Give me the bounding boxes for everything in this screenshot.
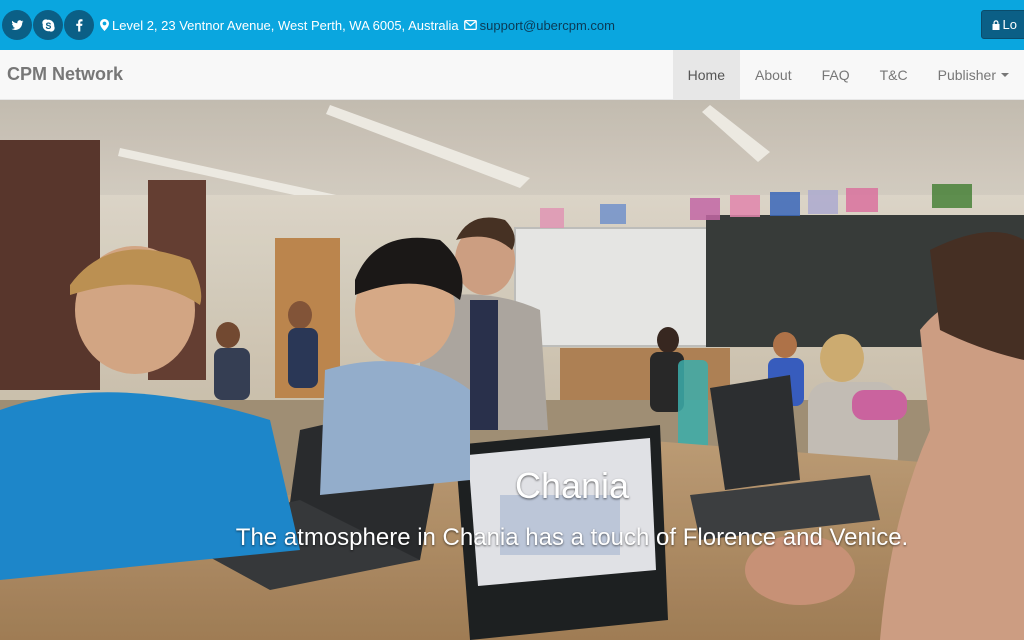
- map-marker-icon: [100, 19, 109, 31]
- contact-info: Level 2, 23 Ventnor Avenue, West Perth, …: [100, 18, 615, 33]
- carousel-slide[interactable]: Chania The atmosphere in Chania has a to…: [0, 100, 1024, 640]
- envelope-icon: [463, 20, 477, 30]
- nav-menu: Home About FAQ T&C Publisher: [672, 50, 1024, 100]
- email-link[interactable]: support@ubercpm.com: [480, 18, 615, 33]
- carousel-caption-title: Chania: [514, 465, 630, 506]
- login-label: Lo: [1002, 17, 1017, 32]
- nav-item-home[interactable]: Home: [672, 50, 741, 100]
- social-links: [0, 10, 94, 40]
- facebook-button[interactable]: [64, 10, 94, 40]
- top-contact-bar: Level 2, 23 Ventnor Avenue, West Perth, …: [0, 0, 1024, 50]
- nav-item-tc[interactable]: T&C: [865, 50, 923, 100]
- facebook-icon: [75, 18, 83, 31]
- main-navbar: CPM Network Home About FAQ T&C Publisher: [0, 50, 1024, 100]
- caret-down-icon: [1001, 73, 1009, 77]
- classroom-photo: [0, 100, 1024, 640]
- nav-item-publisher-dropdown[interactable]: Publisher: [923, 50, 1024, 100]
- address-text: Level 2, 23 Ventnor Avenue, West Perth, …: [112, 17, 459, 33]
- nav-item-faq[interactable]: FAQ: [807, 50, 865, 100]
- brand-logo[interactable]: CPM Network: [7, 64, 123, 85]
- lock-icon: [992, 19, 1000, 30]
- skype-button[interactable]: [33, 10, 63, 40]
- skype-icon: [41, 18, 55, 32]
- login-button[interactable]: Lo: [980, 10, 1024, 39]
- twitter-icon: [11, 19, 23, 30]
- nav-item-about[interactable]: About: [740, 50, 807, 100]
- carousel-caption-text: The atmosphere in Chania has a touch of …: [235, 524, 909, 551]
- twitter-button[interactable]: [2, 10, 32, 40]
